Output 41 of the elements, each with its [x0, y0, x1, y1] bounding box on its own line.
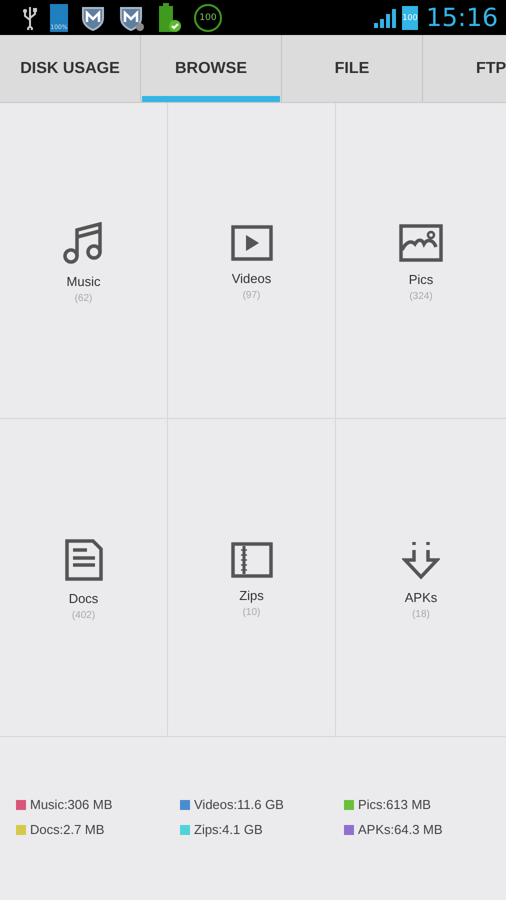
- item-count: (324): [409, 290, 433, 302]
- shield-icon: [80, 4, 106, 30]
- signal-icon: [372, 8, 398, 28]
- item-count: (18): [412, 608, 430, 620]
- item-count: (10): [242, 606, 260, 618]
- category-label: Pics: [408, 272, 434, 286]
- document-icon: [64, 538, 102, 580]
- legend-label: Videos:11.6 GB: [194, 797, 284, 812]
- clock-time: 15:16: [426, 3, 498, 32]
- category-tile[interactable]: Pics (324): [336, 103, 506, 419]
- shield-badge-icon: [118, 4, 144, 30]
- battery-level-text: 100: [402, 13, 418, 22]
- ring-text: 100: [199, 12, 217, 22]
- zipper-folder-icon: [230, 542, 272, 578]
- item-count: (402): [72, 610, 96, 620]
- category-tile[interactable]: Docs (402): [0, 419, 168, 737]
- category-label: Videos: [232, 270, 272, 286]
- download-arrow-icon: [402, 540, 440, 580]
- category-tile[interactable]: APKs (18): [336, 419, 506, 737]
- item-count: (97): [242, 290, 260, 300]
- tab[interactable]: FTP: [424, 35, 506, 102]
- battery-check-icon: [156, 2, 182, 32]
- item-count: (62): [74, 292, 92, 304]
- legend-label: Docs:2.7 MB: [30, 822, 104, 837]
- image-icon: [399, 224, 443, 262]
- usb-icon: [22, 6, 38, 30]
- category-tile[interactable]: Zips (10): [168, 419, 336, 737]
- category-label: APKs: [404, 590, 438, 604]
- category-tile[interactable]: Music (62): [0, 103, 168, 419]
- tab[interactable]: BROWSE: [142, 35, 280, 102]
- legend-label: Zips:4.1 GB: [194, 822, 263, 837]
- category-label: Music: [66, 274, 100, 288]
- legend-label: APKs:64.3 MB: [358, 822, 443, 837]
- play-icon: [230, 224, 272, 260]
- category-tile[interactable]: Videos (97): [168, 103, 336, 419]
- category-label: Zips: [239, 588, 264, 602]
- legend-label: Pics:613 MB: [358, 797, 431, 812]
- tab[interactable]: FILE: [283, 35, 421, 102]
- legend-label: Music:306 MB: [30, 797, 112, 812]
- tab[interactable]: DISK USAGE: [1, 35, 139, 102]
- category-label: Docs: [68, 590, 98, 606]
